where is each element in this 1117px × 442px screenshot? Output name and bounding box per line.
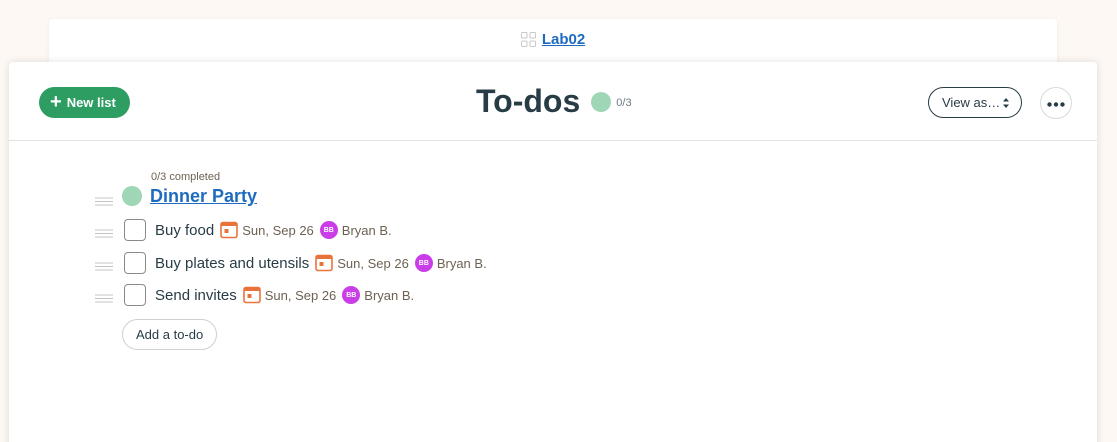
view-as-label: View as… xyxy=(942,95,1001,110)
add-todo-button[interactable]: Add a to-do xyxy=(122,319,218,350)
ellipsis-icon xyxy=(1047,94,1065,112)
sort-arrows-icon xyxy=(1003,97,1009,109)
progress-count: 0/3 xyxy=(616,96,632,109)
progress-pie-icon xyxy=(591,91,612,112)
project-link[interactable]: Lab02 xyxy=(542,31,585,48)
todo-text[interactable]: Buy food xyxy=(155,222,214,239)
view-as-select[interactable]: View as… xyxy=(928,87,1022,118)
calendar-icon xyxy=(315,254,334,272)
assignee-name: Bryan B. xyxy=(364,287,415,303)
plus-icon: + xyxy=(50,90,62,113)
breadcrumb: Lab02 xyxy=(49,31,1057,48)
avatar: BB xyxy=(319,221,338,239)
calendar-icon xyxy=(242,286,261,304)
assignee-name: Bryan B. xyxy=(341,222,392,238)
calendar-icon xyxy=(220,221,239,239)
todo-item: Buy food Sun, Sep 26 BB Bryan B. xyxy=(124,218,392,242)
more-options-button[interactable] xyxy=(1040,87,1072,119)
todos-card: + New list To-dos 0/3 View as… 0/3 compl… xyxy=(9,62,1097,442)
assignee-name: Bryan B. xyxy=(436,255,487,271)
grid-icon xyxy=(520,32,536,47)
completed-count: 0/3 completed xyxy=(151,171,221,183)
drag-handle-icon[interactable] xyxy=(95,225,113,238)
todo-text[interactable]: Buy plates and utensils xyxy=(155,255,309,272)
todo-checkbox[interactable] xyxy=(124,284,146,306)
todo-item: Send invites Sun, Sep 26 BB Bryan B. xyxy=(124,283,414,307)
new-list-label: New list xyxy=(66,95,116,110)
list-title[interactable]: Dinner Party xyxy=(150,186,257,207)
avatar: BB xyxy=(342,286,361,304)
avatar: BB xyxy=(414,254,433,272)
drag-handle-icon[interactable] xyxy=(95,258,113,271)
due-date: Sun, Sep 26 xyxy=(242,222,314,238)
todo-checkbox[interactable] xyxy=(124,219,146,241)
todos-header: + New list To-dos 0/3 View as… xyxy=(9,62,1097,141)
todo-text[interactable]: Send invites xyxy=(155,287,237,304)
list-progress-icon xyxy=(122,186,142,206)
drag-handle-icon[interactable] xyxy=(95,290,113,303)
todo-checkbox[interactable] xyxy=(124,252,146,274)
new-list-button[interactable]: + New list xyxy=(39,87,130,118)
due-date: Sun, Sep 26 xyxy=(264,287,337,303)
todo-item: Buy plates and utensils Sun, Sep 26 BB B… xyxy=(124,251,487,275)
page-title: To-dos xyxy=(476,83,581,119)
drag-handle-icon[interactable] xyxy=(95,193,113,206)
due-date: Sun, Sep 26 xyxy=(337,255,409,271)
title-group: To-dos 0/3 xyxy=(476,83,632,120)
